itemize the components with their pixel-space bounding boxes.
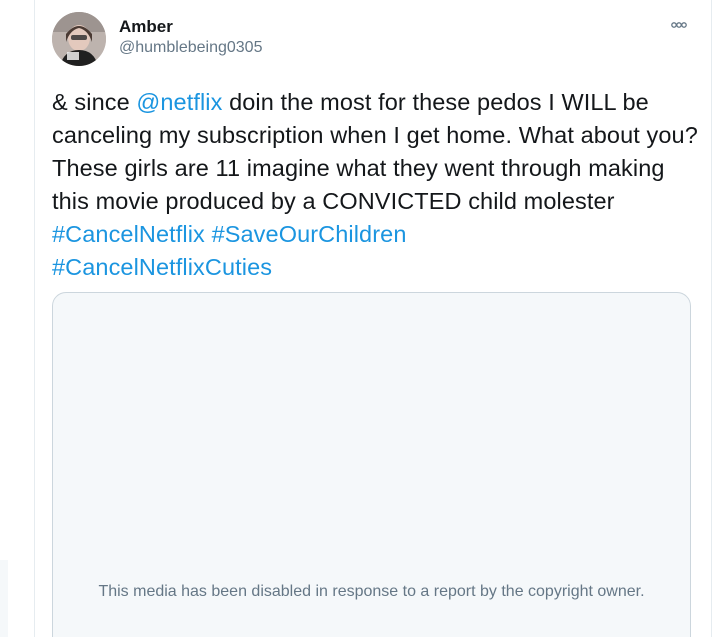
tweet-text-space1 xyxy=(205,221,212,247)
hashtag-save-our-children[interactable]: #SaveOurChildren xyxy=(212,221,407,247)
media-container[interactable]: This media has been disabled in response… xyxy=(52,292,691,637)
hashtag-cancel-netflix[interactable]: #CancelNetflix xyxy=(52,221,205,247)
tweet-text-part1: & since xyxy=(52,89,137,115)
more-dots-glyph xyxy=(671,22,687,28)
author-name[interactable]: Amber xyxy=(119,17,173,37)
avatar[interactable] xyxy=(52,12,106,66)
hashtag-cancel-netflix-cuties[interactable]: #CancelNetflixCuties xyxy=(52,254,272,280)
avatar-image xyxy=(52,12,106,66)
author-handle[interactable]: @humblebeing0305 xyxy=(119,38,262,58)
mention-netflix[interactable]: @netflix xyxy=(136,89,222,115)
more-horizontal-icon[interactable] xyxy=(668,14,690,36)
page: Amber @humblebeing0305 & since @netflix … xyxy=(0,0,728,637)
media-disabled-message: This media has been disabled in response… xyxy=(98,583,645,600)
tweet-text: & since @netflix doin the most for these… xyxy=(52,86,702,284)
left-edge-strip xyxy=(0,560,8,637)
